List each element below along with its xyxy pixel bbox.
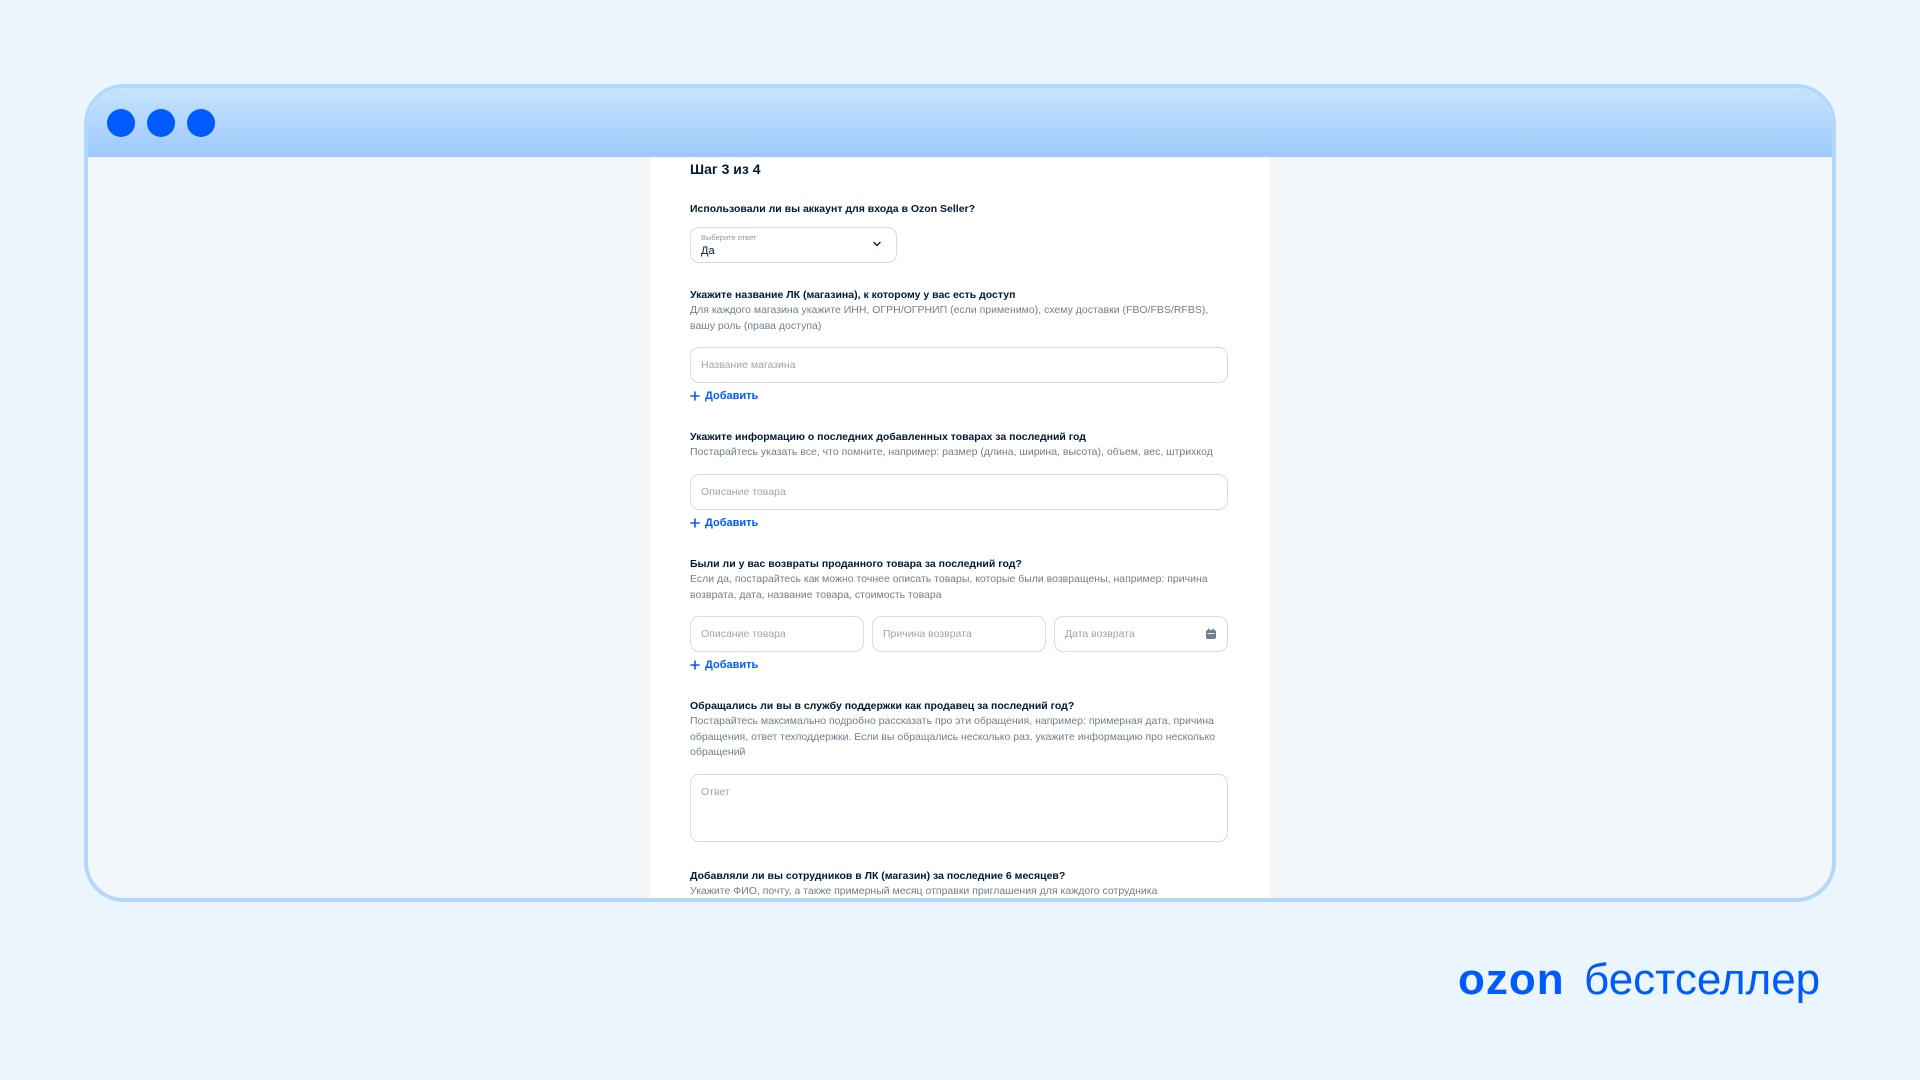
window-dot-icon[interactable] [107, 109, 135, 137]
select-value: Да [701, 245, 715, 257]
hint-line: Для каждого магазина укажите ИНН, ОГРН/О… [690, 304, 1209, 316]
add-return-button[interactable]: Добавить [690, 659, 758, 671]
question-store-hint: Для каждого магазина укажите ИНН, ОГРН/О… [690, 303, 1250, 334]
store-name-input[interactable]: Название магазина [690, 347, 1228, 383]
form-panel: Шаг 3 из 4 Использовали ли вы аккаунт дл… [650, 157, 1270, 898]
question-returns-hint: Если да, постарайтесь как можно точнее о… [690, 572, 1250, 603]
plus-icon [690, 518, 700, 528]
question-store-name: Укажите название ЛК (магазина), к которо… [690, 289, 1016, 301]
question-support-hint: Постарайтесь максимально подробно расска… [690, 714, 1250, 761]
product-description-input[interactable]: Описание товара [690, 474, 1228, 510]
hint-line: обращений [690, 746, 746, 758]
question-account-login: Использовали ли вы аккаунт для входа в O… [690, 203, 976, 215]
add-label: Добавить [705, 390, 759, 402]
question-employees: Добавляли ли вы сотрудников в ЛК (магази… [690, 870, 1066, 882]
return-date-input[interactable]: Дата возврата [1054, 616, 1228, 652]
question-products: Укажите информацию о последних добавленн… [690, 431, 1086, 443]
input-placeholder: Дата возврата [1065, 628, 1135, 640]
add-label: Добавить [705, 517, 759, 529]
svg-text:бестселлер: бестселлер [1584, 956, 1820, 1004]
hint-line: Если да, постарайтесь как можно точнее о… [690, 573, 1208, 585]
add-store-button[interactable]: Добавить [690, 390, 758, 402]
chevron-down-icon [873, 241, 881, 247]
plus-icon [690, 660, 700, 670]
hint-line: вашу роль (права доступа) [690, 319, 822, 332]
ozon-bestseller-logo: ozon бестселлер [1458, 956, 1820, 1004]
support-answer-textarea[interactable]: Ответ [690, 774, 1228, 842]
hint-line: Постарайтесь максимально подробно расска… [690, 715, 1214, 727]
input-placeholder: Описание товара [701, 628, 786, 640]
hint-line: обращения, ответ техподдержки. Если вы о… [690, 730, 1216, 743]
step-indicator: Шаг 3 из 4 [690, 161, 761, 177]
browser-window: Шаг 3 из 4 Использовали ли вы аккаунт дл… [84, 84, 1836, 902]
add-label: Добавить [705, 659, 759, 671]
question-employees-hint: Укажите ФИО, почту, а также примерный ме… [690, 885, 1158, 897]
question-returns: Были ли у вас возвраты проданного товара… [690, 558, 1022, 570]
input-placeholder: Название магазина [701, 359, 796, 371]
select-caption: Выберите ответ [701, 233, 757, 242]
plus-icon [690, 391, 700, 401]
window-dot-icon[interactable] [147, 109, 175, 137]
return-reason-input[interactable]: Причина возврата [872, 616, 1046, 652]
svg-text:ozon: ozon [1458, 956, 1565, 1004]
question-products-hint: Постарайтесь указать все, что помните, н… [690, 446, 1213, 458]
add-product-button[interactable]: Добавить [690, 517, 758, 529]
input-placeholder: Описание товара [701, 486, 786, 498]
question-support: Обращались ли вы в службу поддержки как … [690, 700, 1075, 712]
answer-select[interactable]: Выберите ответ Да [690, 227, 897, 263]
input-placeholder: Причина возврата [883, 628, 972, 640]
window-dot-icon[interactable] [187, 109, 215, 137]
page-content: Шаг 3 из 4 Использовали ли вы аккаунт дл… [88, 157, 1832, 898]
calendar-icon[interactable] [1205, 628, 1217, 640]
hint-line: возврата, дата, название товара, стоимос… [690, 588, 942, 601]
input-placeholder: Ответ [701, 786, 730, 798]
return-item-input[interactable]: Описание товара [690, 616, 864, 652]
window-titlebar [88, 88, 1832, 157]
